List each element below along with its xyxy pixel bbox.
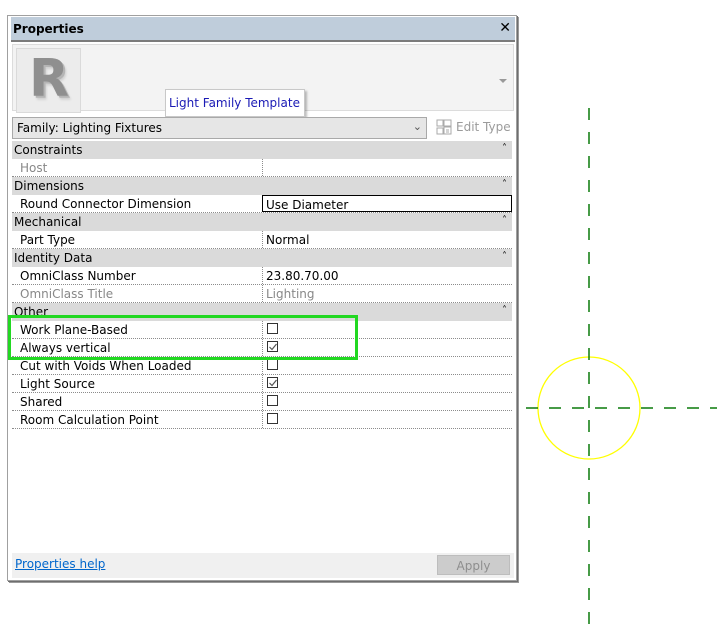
property-value[interactable]: [262, 375, 512, 392]
property-value[interactable]: [262, 393, 512, 410]
apply-button[interactable]: Apply: [437, 555, 510, 575]
edit-type-icon: [436, 119, 452, 135]
edit-type-button[interactable]: Edit Type: [432, 117, 514, 139]
category-name: Dimensions: [14, 179, 85, 193]
checkmark-icon: [269, 379, 277, 387]
property-name: Host: [20, 161, 48, 175]
category-header-mechanical[interactable]: Mechanical ˄: [12, 213, 512, 231]
checkbox-unchecked[interactable]: [267, 359, 278, 370]
family-filter-label: Family: Lighting Fixtures: [17, 121, 162, 135]
dropdown-arrow-icon[interactable]: [499, 79, 507, 83]
property-value: [262, 159, 512, 176]
property-value[interactable]: [262, 357, 512, 374]
checkbox-checked[interactable]: [267, 377, 278, 388]
property-row: Shared: [12, 393, 512, 411]
property-row: Cut with Voids When Loaded: [12, 357, 512, 375]
category-header-constraints[interactable]: Constraints ˄: [12, 141, 512, 159]
property-name: Light Source: [20, 377, 95, 391]
title-bar[interactable]: Properties ✕: [11, 17, 515, 42]
property-name: OmniClass Title: [20, 287, 114, 301]
edit-type-label: Edit Type: [456, 120, 511, 134]
category-name: Other: [14, 305, 49, 319]
property-value[interactable]: [262, 339, 512, 356]
panel-title: Properties: [13, 22, 84, 36]
property-name: Always vertical: [20, 341, 111, 355]
category-header-identity-data[interactable]: Identity Data ˄: [12, 249, 512, 267]
family-thumbnail: R: [16, 48, 81, 113]
properties-palette: Properties ✕ R Light Family Template Fam…: [7, 15, 517, 581]
property-value[interactable]: 23.80.70.00: [262, 267, 512, 284]
property-row: Round Connector Dimension Use Diameter: [12, 195, 512, 213]
collapse-icon[interactable]: ˄: [502, 251, 507, 262]
property-value[interactable]: [262, 321, 512, 338]
property-name: Round Connector Dimension: [20, 197, 192, 211]
checkmark-icon: [269, 343, 277, 351]
property-row: Part Type Normal: [12, 231, 512, 249]
property-row: Room Calculation Point: [12, 411, 512, 429]
property-name: OmniClass Number: [20, 269, 136, 283]
property-row: Light Source: [12, 375, 512, 393]
checkbox-unchecked[interactable]: [267, 413, 278, 424]
category-name: Identity Data: [14, 251, 93, 265]
category-header-other[interactable]: Other ˄: [12, 303, 512, 321]
family-filter-dropdown[interactable]: Family: Lighting Fixtures ⌄: [12, 117, 427, 139]
property-value[interactable]: Use Diameter: [262, 195, 512, 212]
collapse-icon[interactable]: ˄: [502, 179, 507, 190]
property-name: Room Calculation Point: [20, 413, 159, 427]
property-value[interactable]: [262, 411, 512, 428]
property-name: Part Type: [20, 233, 76, 247]
property-row: OmniClass Title Lighting: [12, 285, 512, 303]
chevron-down-icon: ⌄: [412, 120, 422, 133]
property-row: Always vertical: [12, 339, 512, 357]
collapse-icon[interactable]: ˄: [502, 305, 507, 316]
properties-grid: Constraints ˄ Host Dimensions ˄ Round Connect…: [12, 141, 512, 429]
checkbox-unchecked[interactable]: [267, 323, 278, 334]
properties-help-link[interactable]: Properties help: [15, 557, 105, 571]
category-name: Constraints: [14, 143, 83, 157]
property-value: Lighting: [262, 285, 512, 302]
property-value[interactable]: Normal: [262, 231, 512, 248]
checkbox-checked[interactable]: [267, 341, 278, 352]
drawing-canvas: [526, 108, 717, 635]
collapse-icon[interactable]: ˄: [502, 215, 507, 226]
type-name-tooltip: Light Family Template: [165, 89, 305, 117]
type-selector[interactable]: R Light Family Template: [12, 44, 514, 117]
close-icon[interactable]: ✕: [499, 20, 511, 36]
property-name: Work Plane-Based: [20, 323, 128, 337]
property-row: OmniClass Number 23.80.70.00: [12, 267, 512, 285]
property-name: Cut with Voids When Loaded: [20, 359, 192, 373]
revit-logo-icon: R: [29, 49, 70, 109]
property-row: Work Plane-Based: [12, 321, 512, 339]
collapse-icon[interactable]: ˄: [502, 143, 507, 154]
property-row: Host: [12, 159, 512, 177]
property-name: Shared: [20, 395, 63, 409]
category-name: Mechanical: [14, 215, 82, 229]
category-header-dimensions[interactable]: Dimensions ˄: [12, 177, 512, 195]
checkbox-unchecked[interactable]: [267, 395, 278, 406]
palette-footer: Properties help Apply: [12, 553, 514, 578]
